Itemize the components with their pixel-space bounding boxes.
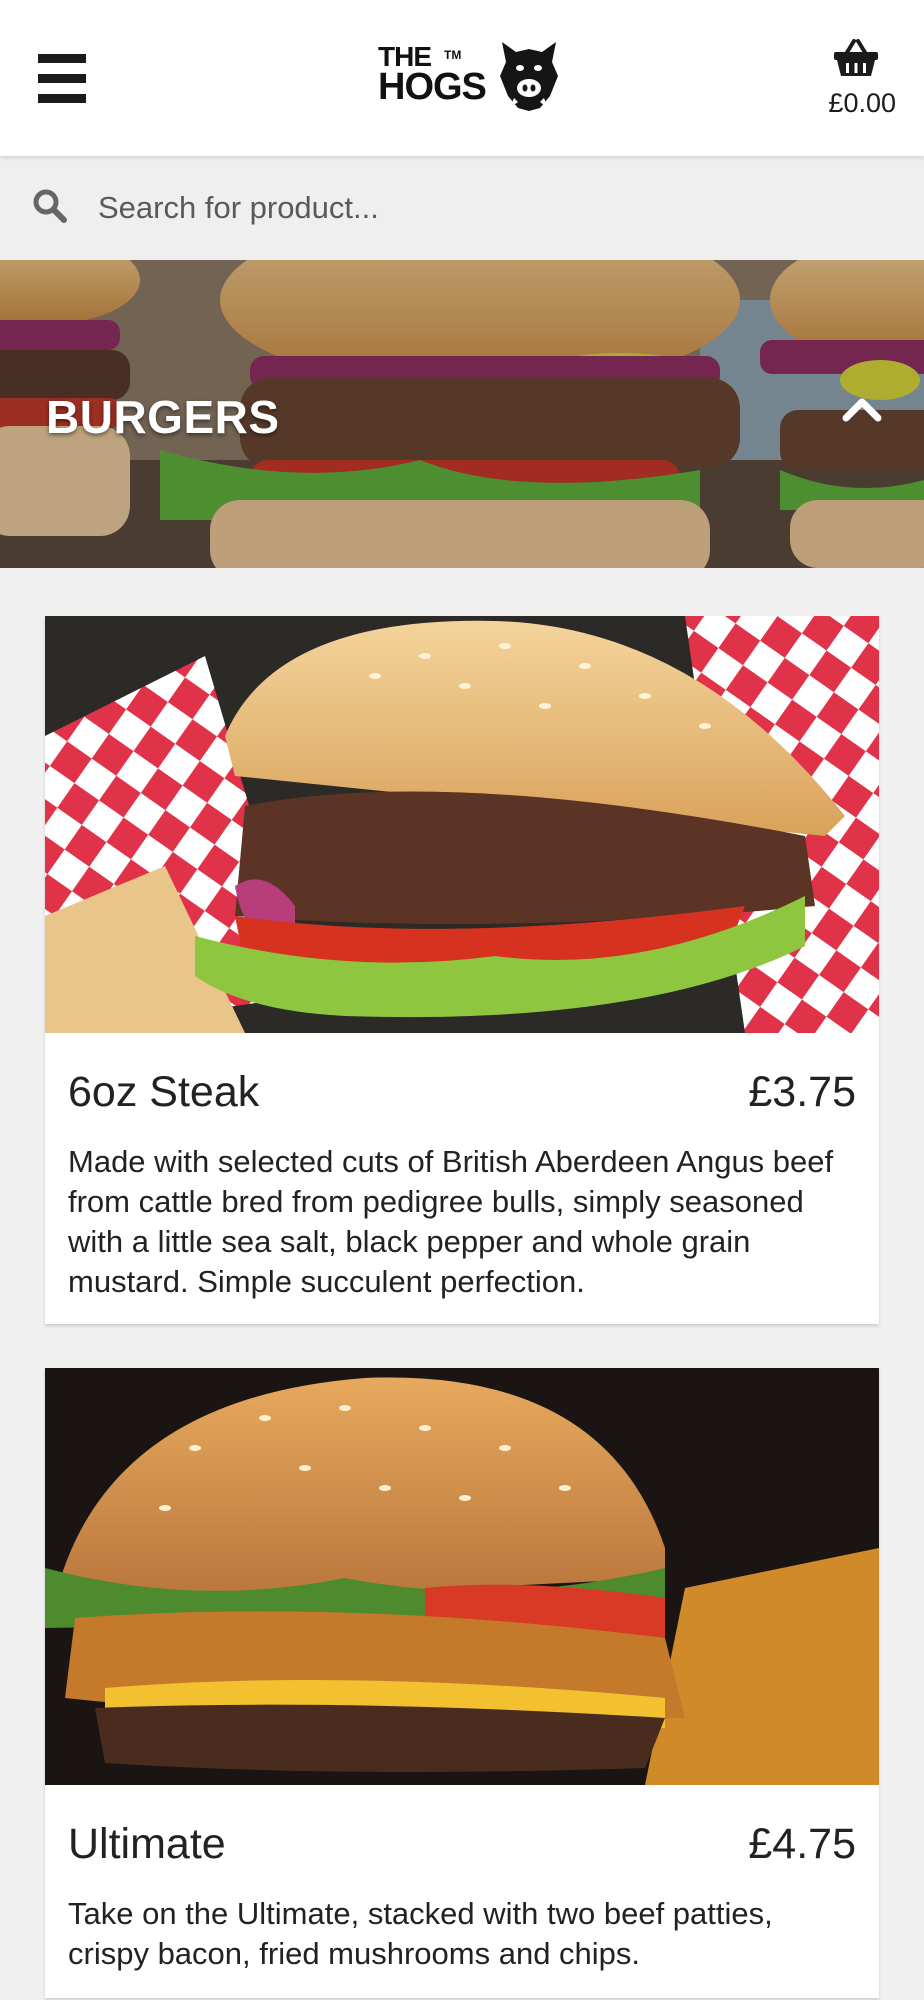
hog-head-icon bbox=[500, 42, 558, 111]
category-header-burgers[interactable]: BURGERS bbox=[0, 260, 924, 568]
app-header: THE TM HOGS £0.00 bbox=[0, 0, 924, 156]
product-image bbox=[45, 1368, 879, 1785]
product-name: Ultimate bbox=[68, 1820, 226, 1868]
search-input[interactable] bbox=[98, 180, 878, 236]
basket-button[interactable]: £0.00 bbox=[806, 38, 896, 122]
hamburger-menu-icon[interactable] bbox=[38, 54, 86, 103]
product-description: Take on the Ultimate, stacked with two b… bbox=[68, 1896, 773, 1971]
category-title: BURGERS bbox=[46, 391, 280, 443]
basket-total: £0.00 bbox=[828, 88, 896, 118]
product-price: £3.75 bbox=[748, 1068, 856, 1116]
chevron-up-icon[interactable] bbox=[840, 388, 884, 432]
product-name: 6oz Steak bbox=[68, 1068, 260, 1116]
product-image bbox=[45, 616, 879, 1033]
search-icon bbox=[33, 189, 67, 223]
the-hogs-logo[interactable]: THE TM HOGS bbox=[378, 36, 564, 114]
product-card[interactable]: 6oz Steak £3.75 Made with selected cuts … bbox=[45, 616, 879, 1324]
product-description: Made with selected cuts of British Aberd… bbox=[68, 1144, 834, 1299]
product-price: £4.75 bbox=[748, 1820, 856, 1868]
shopping-basket-icon bbox=[834, 39, 878, 76]
product-card[interactable]: Ultimate £4.75 Take on the Ultimate, sta… bbox=[45, 1368, 879, 1998]
